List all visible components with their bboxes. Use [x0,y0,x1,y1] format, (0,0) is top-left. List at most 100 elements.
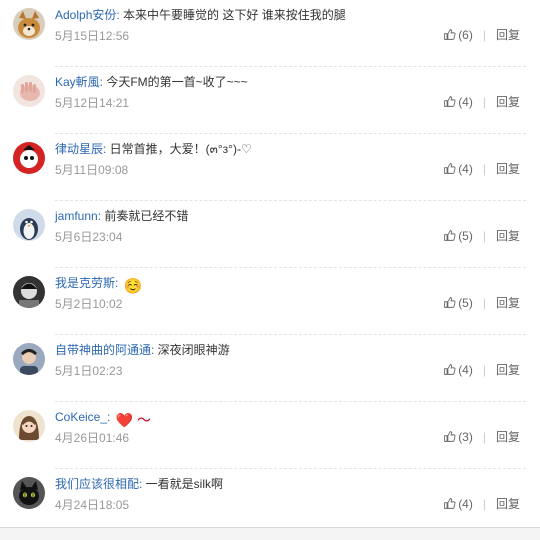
comment-item: Adolph安份: 本来中午要睡觉的 这下好 谁来按住我的腿 5月15日12:5… [0,0,540,67]
username-link[interactable]: Adolph安份: [55,8,120,22]
thumbs-up-icon [444,163,456,174]
shiba-dog-avatar[interactable] [13,8,45,40]
comment-item: 律动星辰: 日常首推，大爱！(๓°з°)-♡ 5月11日09:08 (4) | 回复 [0,134,540,201]
reply-button[interactable]: 回复 [496,95,520,109]
comment-time: 5月11日09:08 [55,163,129,177]
heart-emoji-icon: ❤️ ～ [115,412,152,428]
like-count: (5) [458,229,473,243]
comment-actions: (4) | 回复 [443,497,520,511]
reply-button[interactable]: 回复 [496,28,520,42]
black-cat-avatar[interactable] [13,477,45,509]
red-mascot-avatar[interactable] [13,142,45,174]
comment-time: 5月1日02:23 [55,364,123,378]
comment-line: CoKeice_: ❤️ ～ [55,409,151,428]
thumbs-up-icon [444,297,456,308]
like-count: (5) [458,296,473,310]
divider: | [482,95,486,109]
reply-button[interactable]: 回复 [496,162,520,176]
comment-line: jamfunn: 前奏就已经不错 [55,208,188,224]
comment-line: 律动星辰: 日常首推，大爱！(๓°з°)-♡ [55,141,252,157]
comment-list: Adolph安份: 本来中午要睡觉的 这下好 谁来按住我的腿 5月15日12:5… [0,0,540,536]
comment-text: 今天FM的第一首~收了~~~ [103,75,248,89]
comment-text: 本来中午要睡觉的 这下好 谁来按住我的腿 [119,8,346,22]
like-button[interactable]: (4) [443,363,473,377]
like-button[interactable]: (6) [443,28,473,42]
divider: | [482,296,486,310]
divider: | [482,229,486,243]
thumbs-up-icon [444,364,456,375]
hand-avatar[interactable] [13,75,45,107]
username-link[interactable]: 律动星辰: [55,142,106,156]
username-link[interactable]: CoKeice_: [55,410,110,424]
like-button[interactable]: (4) [443,95,473,109]
comment-item: 我们应该很相配: 一看就是silk啊 4月24日18:05 (4) | 回复 [0,469,540,536]
comment-text: 前奏就已经不错 [101,209,189,223]
comment-item: CoKeice_: ❤️ ～ 4月26日01:46 (3) | 回复 [0,402,540,469]
girl-avatar[interactable] [13,410,45,442]
username-link[interactable]: 自带神曲的阿通通: [55,343,154,357]
comment-actions: (6) | 回复 [443,28,520,42]
reply-button[interactable]: 回复 [496,363,520,377]
like-count: (4) [458,497,473,511]
thumbs-up-icon [444,431,456,442]
like-count: (4) [458,162,473,176]
username-link[interactable]: 我们应该很相配: [55,477,142,491]
divider: | [482,363,486,377]
comment-item: 自带神曲的阿通通: 深夜闭眼神游 5月1日02:23 (4) | 回复 [0,335,540,402]
comment-item: 我是克劳斯: ☺️ 5月2日10:02 (5) | 回复 [0,268,540,335]
bottom-scrollbar[interactable] [0,527,540,540]
comment-actions: (5) | 回复 [443,296,520,310]
divider: | [482,28,486,42]
username-link[interactable]: Kay斬風: [55,75,103,89]
divider: | [482,497,486,511]
reply-button[interactable]: 回复 [496,296,520,310]
comment-time: 5月6日23:04 [55,230,123,244]
comment-actions: (3) | 回复 [443,430,520,444]
comment-time: 5月15日12:56 [55,29,130,43]
reply-button[interactable]: 回复 [496,430,520,444]
comment-time: 4月26日01:46 [55,431,130,445]
person-avatar[interactable] [13,343,45,375]
comment-item: jamfunn: 前奏就已经不错 5月6日23:04 (5) | 回复 [0,201,540,268]
bw-face-avatar[interactable] [13,276,45,308]
like-button[interactable]: (5) [443,229,473,243]
like-button[interactable]: (5) [443,296,473,310]
comment-actions: (5) | 回复 [443,229,520,243]
thumbs-up-icon [444,96,456,107]
comment-text: 一看就是silk啊 [142,477,224,491]
comment-line: 自带神曲的阿通通: 深夜闭眼神游 [55,342,230,358]
comment-line: Adolph安份: 本来中午要睡觉的 这下好 谁来按住我的腿 [55,7,346,23]
reply-button[interactable]: 回复 [496,229,520,243]
username-link[interactable]: 我是克劳斯: [55,276,118,290]
like-button[interactable]: (4) [443,162,473,176]
like-count: (4) [458,363,473,377]
comment-text: 深夜闭眼神游 [154,343,230,357]
comment-item: Kay斬風: 今天FM的第一首~收了~~~ 5月12日14:21 (4) | 回复 [0,67,540,134]
like-button[interactable]: (4) [443,497,473,511]
username-link[interactable]: jamfunn: [55,209,101,223]
comment-line: 我是克劳斯: ☺️ [55,275,142,295]
thumbs-up-icon [444,29,456,40]
comment-actions: (4) | 回复 [443,162,520,176]
comment-time: 5月2日10:02 [55,297,123,311]
comment-actions: (4) | 回复 [443,363,520,377]
thumbs-up-icon [444,498,456,509]
divider: | [482,162,486,176]
reply-button[interactable]: 回复 [496,497,520,511]
like-button[interactable]: (3) [443,430,473,444]
like-count: (3) [458,430,473,444]
comment-time: 4月24日18:05 [55,498,130,512]
thumbs-up-icon [444,230,456,241]
comment-time: 5月12日14:21 [55,96,130,110]
divider: | [482,430,486,444]
comment-text [110,410,113,424]
comment-text: 日常首推，大爱！(๓°з°)-♡ [106,142,252,156]
like-count: (6) [458,28,473,42]
comment-actions: (4) | 回复 [443,95,520,109]
smiley-emoji-icon: ☺️ [123,278,143,295]
comment-line: Kay斬風: 今天FM的第一首~收了~~~ [55,74,248,90]
comment-line: 我们应该很相配: 一看就是silk啊 [55,476,223,492]
comment-text [118,276,121,290]
like-count: (4) [458,95,473,109]
penguin-avatar[interactable] [13,209,45,241]
